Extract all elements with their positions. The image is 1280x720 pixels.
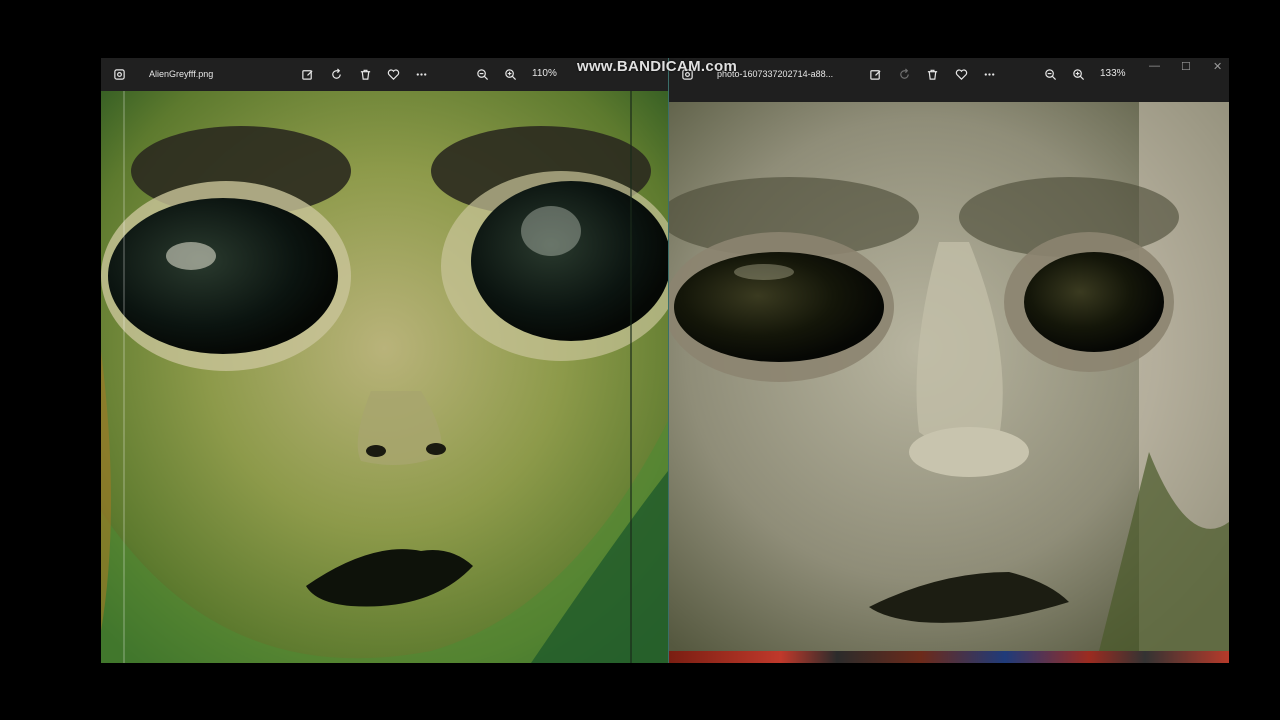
zoom-out-icon[interactable] — [1042, 66, 1058, 82]
left-zoom-level[interactable]: 110% — [532, 68, 557, 79]
bandicam-watermark: www.BANDICAM.com — [577, 58, 738, 75]
left-photo-viewer: AlienGreyfff.png 110% — [101, 58, 668, 663]
right-photo-viewer: photo-1607337202714-a88... 133% — ☐ ✕ — [668, 58, 1229, 663]
favorite-icon[interactable] — [953, 66, 969, 82]
zoom-out-icon[interactable] — [474, 66, 490, 82]
rotate-icon[interactable] — [328, 66, 344, 82]
close-button[interactable]: ✕ — [1213, 60, 1222, 73]
delete-icon[interactable] — [924, 66, 940, 82]
zoom-in-icon[interactable] — [502, 66, 518, 82]
edit-icon[interactable] — [867, 66, 883, 82]
favorite-icon[interactable] — [385, 66, 401, 82]
right-zoom-level[interactable]: 133% — [1100, 68, 1126, 79]
app-icon[interactable] — [111, 66, 127, 82]
delete-icon[interactable] — [357, 66, 373, 82]
left-alien-painting — [101, 91, 668, 663]
more-icon[interactable] — [413, 66, 429, 82]
minimize-button[interactable]: — — [1149, 60, 1160, 72]
right-toolbar: photo-1607337202714-a88... 133% — ☐ ✕ — [669, 58, 1229, 102]
more-icon[interactable] — [981, 66, 997, 82]
maximize-button[interactable]: ☐ — [1181, 60, 1191, 73]
left-filename: AlienGreyfff.png — [149, 69, 214, 79]
rotate-icon[interactable] — [896, 66, 912, 82]
edit-icon[interactable] — [299, 66, 315, 82]
taskbar-strip — [669, 651, 1229, 663]
zoom-in-icon[interactable] — [1070, 66, 1086, 82]
right-alien-photo — [669, 102, 1229, 651]
